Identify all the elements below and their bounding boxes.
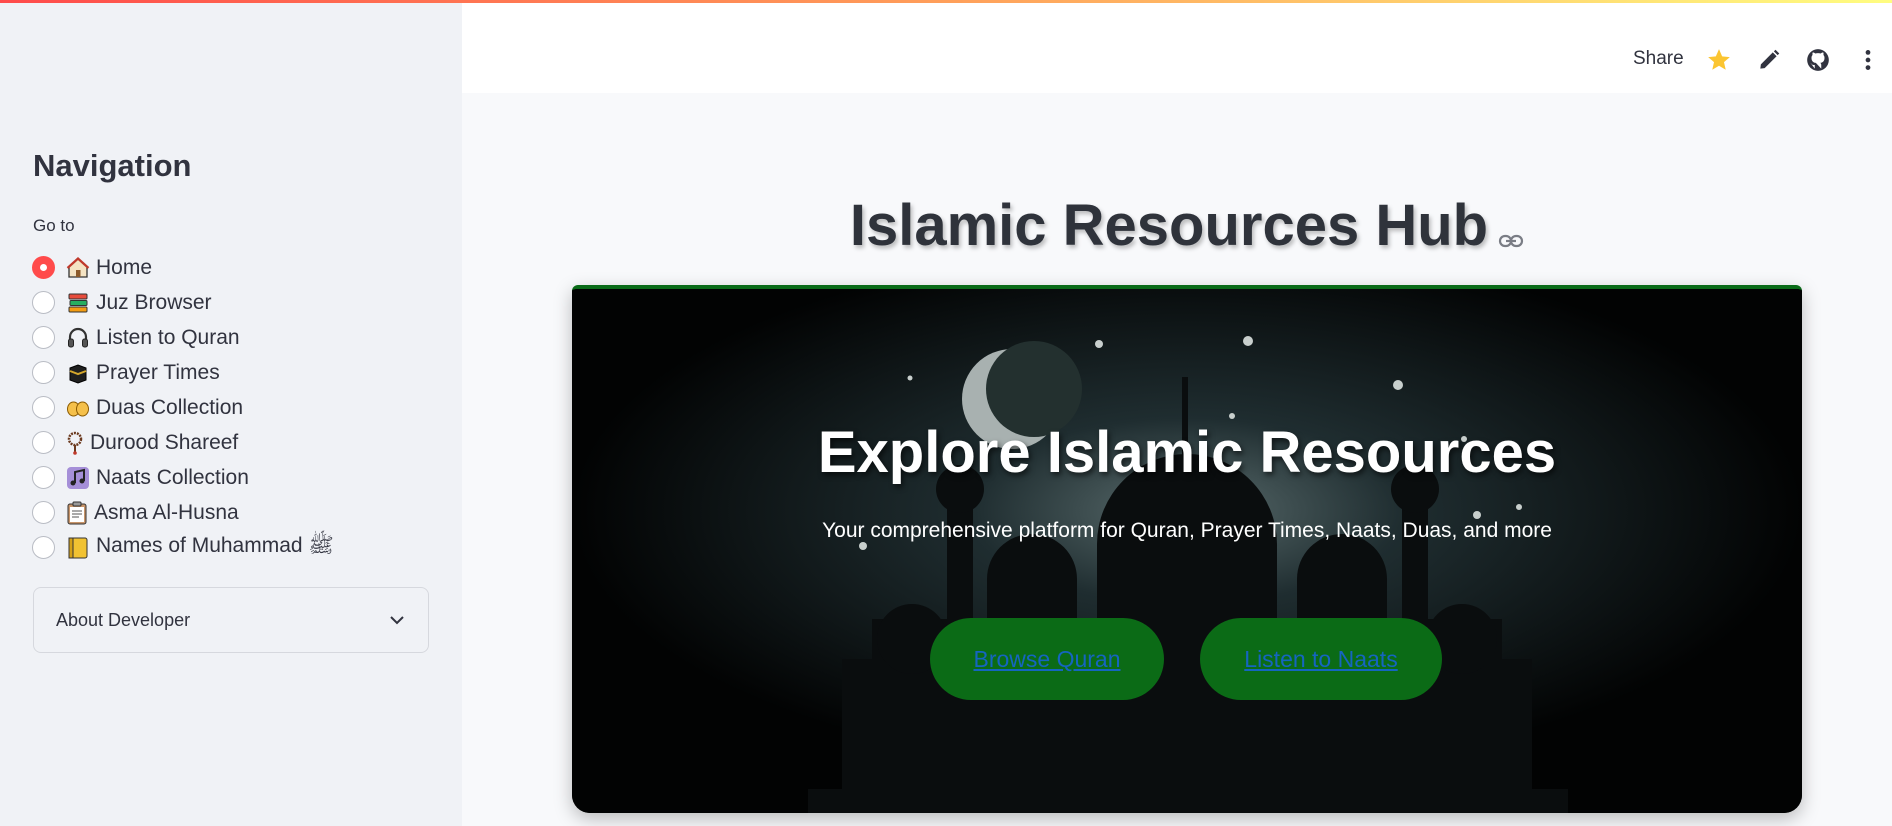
nav-item-durood-shareef[interactable]: Durood Shareef — [32, 425, 334, 460]
nav-item-label: Durood Shareef — [90, 430, 239, 454]
nav-item-asma-al-husna[interactable]: Asma Al-Husna — [32, 495, 334, 530]
nav-item-home[interactable]: Home — [32, 250, 334, 285]
radio-button[interactable] — [32, 466, 55, 489]
chevron-down-icon — [388, 610, 406, 631]
listen-to-naats-button[interactable]: Listen to Naats — [1200, 618, 1442, 700]
sidebar-title: Navigation — [33, 148, 192, 183]
share-button[interactable]: Share — [1633, 48, 1684, 70]
nav-item-duas-collection[interactable]: Duas Collection — [32, 390, 334, 425]
anchor-link-icon[interactable] — [1498, 196, 1524, 263]
nav-item-label: Asma Al-Husna — [94, 500, 239, 524]
nav-item-naats-collection[interactable]: Naats Collection — [32, 460, 334, 495]
hero-banner: Explore Islamic Resources Your comprehen… — [572, 285, 1802, 813]
nav-item-label: Juz Browser — [96, 290, 212, 314]
radio-button[interactable] — [32, 396, 55, 419]
radio-button[interactable] — [32, 431, 55, 454]
hero-title: Explore Islamic Resources — [817, 420, 1557, 485]
headphones-icon — [66, 326, 90, 350]
nav-item-label: Names of Muhammad ﷺ — [96, 534, 334, 557]
nav-item-names-of-muhammad[interactable]: Names of Muhammad ﷺ — [32, 530, 334, 565]
page-title-text: Islamic Resources Hub — [849, 193, 1489, 258]
more-vertical-icon[interactable] — [1855, 47, 1881, 73]
top-decoration-bar — [0, 0, 1892, 3]
nav-item-label: Naats Collection — [96, 465, 249, 489]
app-header — [462, 0, 1892, 93]
music-note-icon — [66, 466, 90, 490]
nav-item-label: Duas Collection — [96, 395, 244, 419]
page-title: Islamic Resources Hub — [572, 192, 1802, 263]
browse-quran-button[interactable]: Browse Quran — [930, 618, 1164, 700]
star-icon[interactable] — [1706, 47, 1732, 73]
clipboard-icon — [66, 501, 88, 525]
radio-button[interactable] — [32, 536, 55, 559]
books-icon — [66, 291, 90, 315]
radio-button[interactable] — [32, 501, 55, 524]
sidebar: Navigation Go to Home Juz Browser Listen… — [0, 0, 462, 826]
radio-button-selected[interactable] — [32, 256, 55, 279]
prayer-beads-icon — [66, 431, 84, 455]
about-developer-expander[interactable]: About Developer — [33, 587, 429, 653]
radio-button[interactable] — [32, 361, 55, 384]
house-icon — [66, 256, 90, 280]
expander-label: About Developer — [56, 609, 191, 630]
nav-item-label: Home — [96, 255, 153, 279]
edit-pencil-icon[interactable] — [1756, 47, 1782, 73]
open-hands-icon — [66, 396, 90, 420]
radio-group-label: Go to — [33, 216, 75, 235]
kaaba-icon — [66, 361, 90, 385]
radio-button[interactable] — [32, 291, 55, 314]
radio-button[interactable] — [32, 326, 55, 349]
nav-item-prayer-times[interactable]: Prayer Times — [32, 355, 334, 390]
nav-item-listen-to-quran[interactable]: Listen to Quran — [32, 320, 334, 355]
navigation-radio-group: Home Juz Browser Listen to Quran Prayer … — [32, 250, 334, 565]
nav-item-juz-browser[interactable]: Juz Browser — [32, 285, 334, 320]
nav-item-label: Prayer Times — [96, 360, 220, 384]
mosque-background-image — [572, 289, 1802, 813]
hero-subtitle: Your comprehensive platform for Quran, P… — [822, 519, 1552, 542]
notebook-icon — [66, 536, 90, 560]
nav-item-label: Listen to Quran — [96, 325, 240, 349]
github-icon[interactable] — [1805, 47, 1831, 73]
